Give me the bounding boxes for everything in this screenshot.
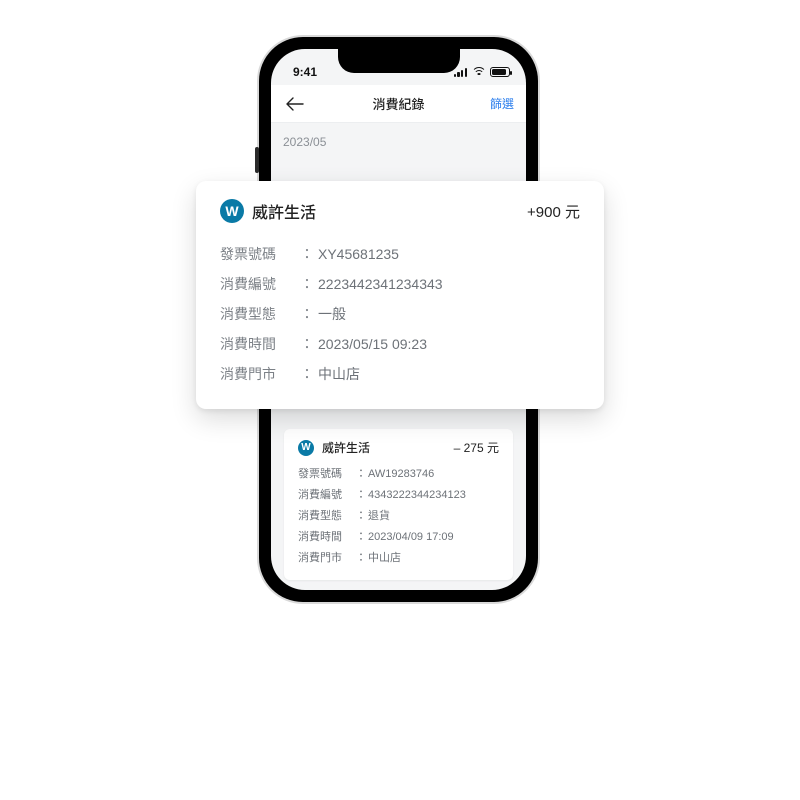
- value-tx-time: 2023/05/15 09:23: [318, 329, 580, 359]
- brand-logo-icon: W: [298, 440, 314, 456]
- battery-icon: [490, 67, 510, 77]
- label-tx-type: 消費型態: [298, 506, 354, 527]
- wifi-icon: [472, 67, 485, 77]
- label-invoice: 發票號碼: [298, 464, 354, 485]
- label-store: 消費門市: [298, 548, 354, 569]
- label-tx-time: 消費時間: [298, 527, 354, 548]
- back-button[interactable]: [283, 92, 307, 116]
- brand-name: 威許生活: [322, 439, 370, 456]
- transaction-card[interactable]: W 威許生活 – 275 元 發票號碼：AW19283746 消費編號：4343…: [284, 429, 513, 580]
- value-tx-id: 2223442341234343: [318, 269, 580, 299]
- transaction-card-expanded[interactable]: W 威許生活 +900 元 發票號碼：XY45681235 消費編號：22234…: [196, 181, 604, 409]
- label-tx-id: 消費編號: [220, 269, 296, 299]
- value-store: 中山店: [368, 548, 499, 569]
- value-tx-type: 一般: [318, 299, 580, 329]
- value-tx-id: 4343222344234123: [368, 485, 499, 506]
- phone-notch: [338, 49, 460, 73]
- value-invoice: AW19283746: [368, 464, 499, 485]
- label-store: 消費門市: [220, 359, 296, 389]
- value-tx-type: 退貨: [368, 506, 499, 527]
- label-tx-id: 消費編號: [298, 485, 354, 506]
- brand-name: 威許生活: [252, 199, 316, 223]
- transaction-amount: – 275 元: [454, 439, 499, 456]
- back-arrow-icon: [286, 97, 304, 111]
- brand-logo-icon: W: [220, 199, 244, 223]
- nav-bar: 消費紀錄 篩選: [271, 85, 526, 123]
- value-tx-time: 2023/04/09 17:09: [368, 527, 499, 548]
- label-tx-type: 消費型態: [220, 299, 296, 329]
- filter-button[interactable]: 篩選: [490, 95, 514, 112]
- value-store: 中山店: [318, 359, 580, 389]
- label-invoice: 發票號碼: [220, 239, 296, 269]
- section-date: 2023/05: [271, 127, 526, 151]
- page-title: 消費紀錄: [372, 94, 424, 113]
- label-tx-time: 消費時間: [220, 329, 296, 359]
- value-invoice: XY45681235: [318, 239, 580, 269]
- cellular-signal-icon: [454, 67, 467, 77]
- transaction-amount: +900 元: [527, 201, 580, 222]
- status-time: 9:41: [293, 65, 317, 79]
